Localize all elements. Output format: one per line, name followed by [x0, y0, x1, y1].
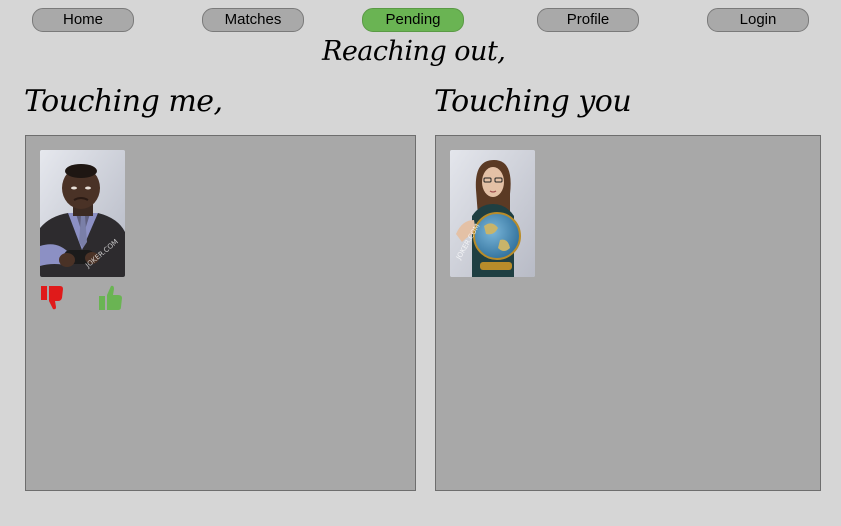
touching-you-panel: JOKER.COM [435, 135, 821, 491]
touching-you-heading: Touching you [434, 84, 632, 119]
page: Home Matches Pending Profile Login Reach… [0, 0, 841, 526]
page-tagline: Reaching out, [322, 36, 506, 67]
touching-me-heading: Touching me, [24, 84, 223, 119]
nav-matches-button[interactable]: Matches [202, 8, 304, 32]
touching-me-panel: JOKER.COM [25, 135, 416, 491]
nav-home-button[interactable]: Home [32, 8, 134, 32]
nav-pending-button[interactable]: Pending [362, 8, 464, 32]
man-with-game-controller-photo[interactable]: JOKER.COM [40, 150, 125, 277]
nav-profile-button[interactable]: Profile [537, 8, 639, 32]
woman-holding-globe-photo[interactable]: JOKER.COM [450, 150, 535, 277]
thumbs-up-icon[interactable] [97, 284, 125, 312]
thumbs-down-icon[interactable] [38, 284, 66, 312]
nav-login-button[interactable]: Login [707, 8, 809, 32]
